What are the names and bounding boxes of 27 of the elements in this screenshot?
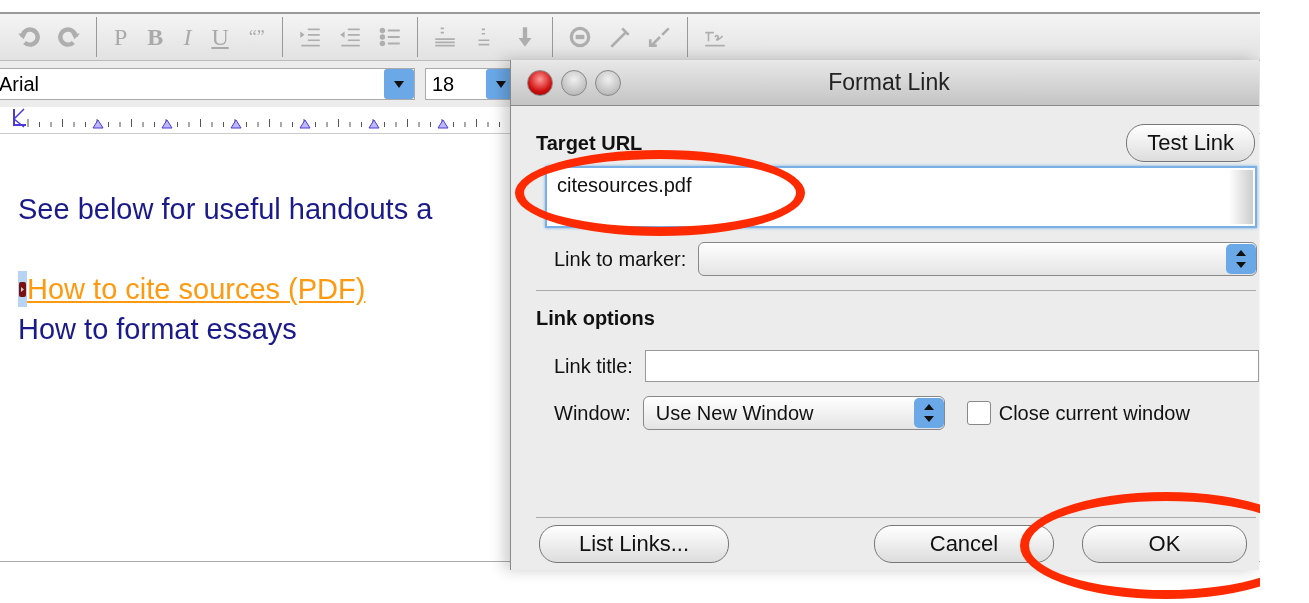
- marker-dropdown[interactable]: [698, 242, 1257, 276]
- zoom-window-button[interactable]: [595, 69, 621, 96]
- field-label: Window:: [554, 401, 631, 425]
- dialog-button[interactable]: OK: [1082, 525, 1247, 563]
- font-size: 18: [431, 72, 456, 96]
- minimize-window-button[interactable]: [561, 69, 587, 96]
- stepper-arrows-icon: [913, 398, 944, 428]
- window-dropdown[interactable]: Use New Window: [642, 396, 945, 430]
- dialog-button[interactable]: Cancel: [874, 525, 1054, 563]
- url-field[interactable]: citesources.pdf: [545, 166, 1257, 228]
- link-marker-icon[interactable]: [19, 281, 26, 297]
- field-label: Link title:: [554, 354, 633, 378]
- checkbox[interactable]: [966, 401, 991, 425]
- body-text: How to format essays: [18, 312, 297, 347]
- field-label: Link to marker:: [554, 247, 687, 271]
- body-text: See below for useful handouts a: [18, 192, 433, 227]
- undo-icon[interactable]: [16, 24, 42, 50]
- dialog-button[interactable]: List Links...: [539, 525, 729, 563]
- close-window-button[interactable]: [527, 69, 553, 96]
- section-heading: Link options: [536, 307, 655, 329]
- dialog-title: Format Link: [827, 69, 951, 96]
- section-heading: Target URL: [536, 131, 643, 155]
- checkbox-label: Close current window: [998, 401, 1190, 425]
- link-title-field[interactable]: [644, 350, 1259, 382]
- test-link-button[interactable]: Test Link: [1126, 124, 1255, 162]
- stepper-arrows-icon: [1226, 244, 1256, 274]
- redo-icon[interactable]: [56, 24, 82, 50]
